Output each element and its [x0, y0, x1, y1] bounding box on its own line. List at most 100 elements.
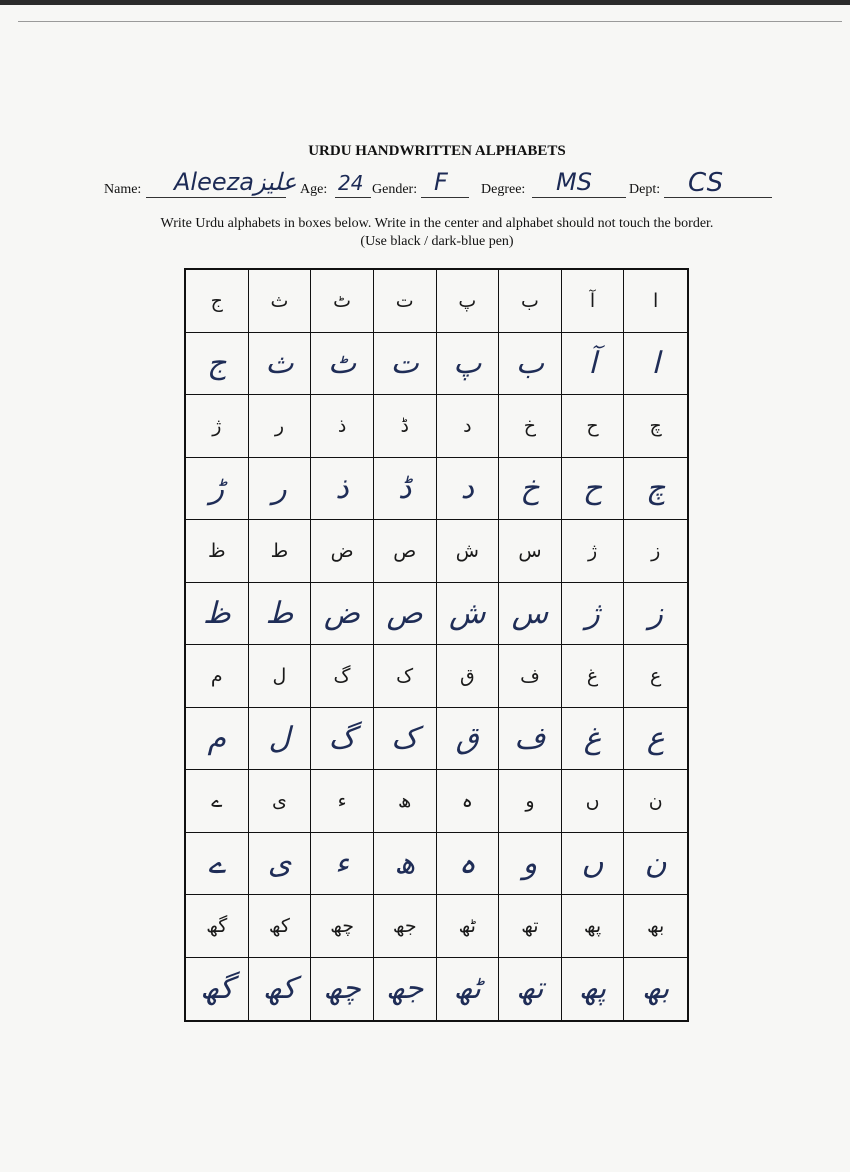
printed-letter-cell: و [499, 770, 562, 833]
printed-letter-cell: تھ [499, 895, 562, 958]
handwritten-letter-cell: و [499, 832, 562, 895]
handwritten-letter-cell: ح [561, 457, 625, 520]
printed-letter-cell: ڈ [373, 395, 437, 458]
handwritten-letter-cell: ج [186, 332, 249, 395]
printed-letter-cell: ٹ [311, 270, 374, 333]
handwritten-letter-cell: ٹھ [437, 957, 500, 1020]
handwritten-letter-cell: گ [311, 707, 374, 770]
dept-label: Dept: [629, 182, 661, 197]
handwritten-letter-cell: بھ [642, 971, 670, 1007]
handwritten-letter-cell: ژ [561, 582, 625, 645]
printed-letter-cell: ء [311, 770, 374, 833]
printed-letter-cell: ث [248, 270, 312, 333]
printed-letter-cell: خ [499, 395, 562, 458]
form-title: URDU HANDWRITTEN ALPHABETS [308, 143, 566, 159]
printed-letter-cell: ذ [311, 395, 374, 458]
handwritten-letter-cell: ز [624, 583, 687, 645]
gender-value: F [434, 168, 448, 196]
handwritten-letter-cell: ھ [373, 832, 437, 895]
handwritten-letter-cell: ے [186, 832, 249, 895]
handwritten-letter-cell: جھ [374, 957, 437, 1020]
scan-top-edge [0, 0, 850, 5]
name-value: Aleezaعلیز [174, 168, 297, 196]
printed-letter-cell: ف [499, 645, 562, 708]
handwritten-letter-cell: م [186, 707, 249, 770]
printed-letter-cell: س [499, 520, 562, 583]
handwritten-letter-cell: ف [499, 707, 562, 770]
handwritten-letter-cell: ش [436, 582, 500, 645]
printed-letter-cell: ی [248, 770, 312, 833]
printed-letter-cell: ز [624, 520, 687, 583]
name-label: Name: [104, 182, 142, 197]
handwritten-letter-cell: پ [436, 332, 500, 395]
printed-letter-cell: بھ [624, 895, 687, 958]
printed-letter-cell: م [186, 645, 249, 708]
printed-letter-cell: ں [561, 770, 625, 833]
handwritten-letter-cell: پھ [562, 957, 625, 1020]
degree-value: MS [556, 168, 592, 196]
printed-letter-cell: ھ [373, 770, 437, 833]
handwritten-letter-cell: گھ [186, 957, 249, 1020]
printed-letter-cell: ن [624, 770, 687, 833]
alphabet-grid: جثٹتپبآاجثٹتپبآاژرذڈدخحچڑرذڈدخحچظطضصشسژز… [184, 268, 689, 1022]
printed-letter-cell: ژ [186, 395, 249, 458]
handwritten-letter-cell: ت [373, 332, 437, 395]
handwritten-letter-cell: د [436, 457, 500, 520]
handwritten-letter-cell: ڈ [373, 457, 437, 520]
handwritten-letter-cell: ع [624, 708, 687, 770]
handwritten-letter-cell: س [499, 582, 562, 645]
handwritten-letter-cell: ا [624, 333, 687, 395]
printed-letter-cell: آ [561, 270, 625, 333]
handwritten-letter-cell: ء [311, 832, 374, 895]
handwritten-letter-cell: ض [311, 582, 374, 645]
handwritten-letter-cell: ر [248, 457, 312, 520]
dept-value: CS [688, 168, 724, 198]
handwritten-letter-cell: ب [499, 332, 562, 395]
printed-letter-cell: ے [186, 770, 249, 833]
printed-letter-cell: ژ [561, 520, 625, 583]
handwritten-letter-cell: خ [499, 457, 562, 520]
printed-letter-cell: ت [373, 270, 437, 333]
printed-letter-cell: چ [624, 395, 687, 458]
age-value: 24 [338, 171, 364, 195]
handwritten-letter-cell: چ [624, 458, 687, 520]
printed-letter-cell: ہ [436, 770, 500, 833]
printed-letter-cell: ش [436, 520, 500, 583]
handwritten-letter-cell: ل [248, 707, 312, 770]
handwritten-letter-cell: ص [373, 582, 437, 645]
handwritten-letter-cell: ٹ [311, 332, 374, 395]
printed-letter-cell: ک [373, 645, 437, 708]
handwritten-letter-cell: ڑ [186, 457, 249, 520]
printed-letter-cell: جھ [373, 895, 437, 958]
handwritten-letter-cell: آ [561, 332, 625, 395]
handwritten-letter-cell: ک [373, 707, 437, 770]
gender-label: Gender: [372, 182, 418, 197]
printed-letter-cell: چھ [311, 895, 374, 958]
handwritten-letter-cell: ذ [311, 457, 374, 520]
handwritten-letter-cell: ن [624, 833, 687, 895]
handwritten-letter-cell: کھ [249, 957, 312, 1020]
gender-underline [421, 197, 469, 198]
handwritten-letter-cell: چھ [311, 957, 374, 1020]
printed-letter-cell: ظ [186, 520, 249, 583]
printed-letter-cell: ح [561, 395, 625, 458]
printed-letter-cell: ض [311, 520, 374, 583]
instruction-line-1: Write Urdu alphabets in boxes below. Wri… [160, 216, 714, 231]
printed-letter-cell: گھ [186, 895, 249, 958]
printed-letter-cell: ب [499, 270, 562, 333]
degree-label: Degree: [481, 182, 526, 197]
handwritten-letter-cell: ث [248, 332, 312, 395]
printed-letter-cell: ج [186, 270, 249, 333]
printed-letter-cell: ر [248, 395, 312, 458]
instructions: Write Urdu alphabets in boxes below. Wri… [0, 215, 850, 251]
handwritten-letter-cell: ق [436, 707, 500, 770]
degree-underline [532, 197, 626, 198]
info-fields: Name: Aleezaعلیز Age: 24 Gender: F Degre… [104, 168, 784, 200]
name-underline [146, 197, 286, 198]
printed-letter-cell: ط [248, 520, 312, 583]
printed-letter-cell: ا [624, 270, 687, 333]
page-rule [18, 21, 842, 22]
printed-letter-cell: د [436, 395, 500, 458]
printed-letter-cell: ق [436, 645, 500, 708]
handwritten-letter-cell: ط [248, 582, 312, 645]
